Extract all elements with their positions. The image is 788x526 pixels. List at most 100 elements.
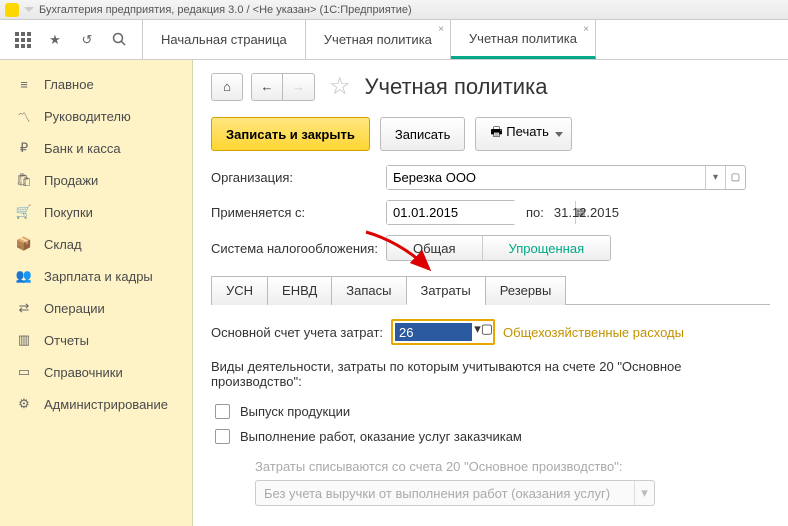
- favorite-icon[interactable]: ☆: [329, 72, 351, 101]
- sidebar-item-label: Администрирование: [44, 397, 168, 412]
- sidebar-item-label: Отчеты: [44, 333, 89, 348]
- tab-label: Учетная политика: [324, 32, 432, 47]
- subtab-stock[interactable]: Запасы: [331, 276, 406, 305]
- tab-bar: Начальная страница Учетная политика × Уче…: [143, 20, 596, 59]
- sidebar-item-operations[interactable]: ⇄ Операции: [0, 292, 192, 324]
- folder-icon: ▭: [16, 364, 32, 380]
- sidebar-item-label: Продажи: [44, 173, 98, 188]
- content-area: ⌂ ← → ☆ Учетная политика Записать и закр…: [193, 60, 788, 526]
- sidebar-item-admin[interactable]: ⚙ Администрирование: [0, 388, 192, 420]
- tax-system-toggle: Общая Упрощенная: [386, 235, 611, 261]
- org-input[interactable]: ▾ ▢: [386, 165, 746, 190]
- writeoff-field: [256, 481, 634, 505]
- sidebar-item-label: Справочники: [44, 365, 123, 380]
- sidebar-item-purchases[interactable]: 🛒 Покупки: [0, 196, 192, 228]
- sidebar-item-label: Банк и касса: [44, 141, 121, 156]
- activities-label: Виды деятельности, затраты по которым уч…: [211, 359, 770, 389]
- tab-label: Учетная политика: [469, 31, 577, 46]
- window-title: Бухгалтерия предприятия, редакция 3.0 / …: [39, 4, 412, 16]
- home-button[interactable]: ⌂: [211, 73, 243, 101]
- org-label: Организация:: [211, 170, 386, 185]
- save-button[interactable]: Записать: [380, 117, 466, 151]
- date-from-field[interactable]: [387, 201, 575, 224]
- open-icon[interactable]: ▢: [481, 321, 493, 343]
- sidebar-item-sales[interactable]: 🛍 Продажи: [0, 164, 192, 196]
- back-button[interactable]: ←: [251, 73, 283, 101]
- checkbox-label: Выполнение работ, оказание услуг заказчи…: [240, 429, 522, 444]
- gear-icon: ⚙: [16, 396, 32, 412]
- dropdown-icon: ▾: [634, 481, 654, 505]
- account-value[interactable]: 26: [395, 323, 472, 341]
- tax-label: Система налогообложения:: [211, 241, 386, 256]
- sidebar-item-directories[interactable]: ▭ Справочники: [0, 356, 192, 388]
- forward-button[interactable]: →: [283, 73, 315, 101]
- date-to-value: 31.12.2015: [554, 205, 619, 220]
- sidebar-item-label: Главное: [44, 77, 94, 92]
- org-field[interactable]: [387, 166, 705, 189]
- writeoff-label: Затраты списываются со счета 20 "Основно…: [255, 459, 770, 474]
- window-titlebar: Бухгалтерия предприятия, редакция 3.0 / …: [0, 0, 788, 20]
- tax-general-button[interactable]: Общая: [387, 236, 483, 260]
- account-label: Основной счет учета затрат:: [211, 325, 383, 340]
- toolbar-icons: ★ ↺: [0, 20, 143, 59]
- menu-icon: ≡: [16, 76, 32, 92]
- sidebar-item-label: Операции: [44, 301, 105, 316]
- chart-icon: 〽: [16, 108, 32, 124]
- subtab-bar: УСН ЕНВД Запасы Затраты Резервы: [211, 275, 770, 305]
- sidebar-item-label: Руководителю: [44, 109, 131, 124]
- sidebar-item-label: Склад: [44, 237, 82, 252]
- tab-policy-1[interactable]: Учетная политика ×: [306, 20, 451, 59]
- checkbox-label: Выпуск продукции: [240, 404, 350, 419]
- tab-home[interactable]: Начальная страница: [143, 20, 306, 59]
- main-toolbar: ★ ↺ Начальная страница Учетная политика ×…: [0, 20, 788, 60]
- subtab-costs[interactable]: Затраты: [406, 276, 486, 305]
- ruble-icon: ₽: [16, 140, 32, 156]
- to-label: по:: [526, 205, 544, 220]
- box-icon: 📦: [16, 236, 32, 252]
- save-close-button[interactable]: Записать и закрыть: [211, 117, 370, 151]
- sidebar-item-reports[interactable]: ▥ Отчеты: [0, 324, 192, 356]
- sidebar-item-main[interactable]: ≡ Главное: [0, 68, 192, 100]
- writeoff-select: ▾: [255, 480, 655, 506]
- account-description: Общехозяйственные расходы: [503, 325, 684, 340]
- sidebar-item-warehouse[interactable]: 📦 Склад: [0, 228, 192, 260]
- cart-icon: 🛒: [16, 204, 32, 220]
- people-icon: 👥: [16, 268, 32, 284]
- subtab-usn[interactable]: УСН: [211, 276, 268, 305]
- date-label: Применяется с:: [211, 205, 386, 220]
- close-icon[interactable]: ×: [583, 24, 589, 35]
- bag-icon: 🛍: [16, 172, 32, 188]
- tax-simple-button[interactable]: Упрощенная: [483, 236, 611, 260]
- open-icon[interactable]: ▢: [725, 166, 745, 189]
- apps-icon[interactable]: [14, 31, 32, 49]
- tab-policy-2[interactable]: Учетная политика ×: [451, 20, 596, 59]
- sidebar: ≡ Главное 〽 Руководителю ₽ Банк и касса 🛍 Пр…: [0, 60, 193, 526]
- checkbox-services[interactable]: [215, 429, 230, 444]
- account-input[interactable]: 26 ▾ ▢: [391, 319, 495, 345]
- checkbox-production[interactable]: [215, 404, 230, 419]
- print-button[interactable]: 🖶 Печать: [475, 117, 571, 151]
- action-bar: Записать и закрыть Записать 🖶 Печать: [211, 117, 770, 151]
- close-icon[interactable]: ×: [438, 24, 444, 35]
- star-icon[interactable]: ★: [46, 31, 64, 49]
- sidebar-item-hr[interactable]: 👥 Зарплата и кадры: [0, 260, 192, 292]
- sidebar-item-label: Покупки: [44, 205, 93, 220]
- tab-label: Начальная страница: [161, 32, 287, 47]
- dropdown-icon[interactable]: [24, 7, 34, 12]
- page-header: ⌂ ← → ☆ Учетная политика: [211, 72, 770, 101]
- bars-icon: ▥: [16, 332, 32, 348]
- page-title: Учетная политика: [365, 74, 548, 100]
- sidebar-item-manager[interactable]: 〽 Руководителю: [0, 100, 192, 132]
- subtab-envd[interactable]: ЕНВД: [267, 276, 332, 305]
- sidebar-item-label: Зарплата и кадры: [44, 269, 153, 284]
- history-icon[interactable]: ↺: [78, 31, 96, 49]
- ops-icon: ⇄: [16, 300, 32, 316]
- app-icon: [5, 3, 19, 17]
- date-from-input[interactable]: ▦: [386, 200, 516, 225]
- print-label: Печать: [506, 124, 549, 139]
- costs-panel: Основной счет учета затрат: 26 ▾ ▢ Общех…: [211, 305, 770, 520]
- dropdown-icon[interactable]: ▾: [705, 166, 725, 189]
- search-icon[interactable]: [110, 31, 128, 49]
- subtab-reserves[interactable]: Резервы: [485, 276, 567, 305]
- sidebar-item-bank[interactable]: ₽ Банк и касса: [0, 132, 192, 164]
